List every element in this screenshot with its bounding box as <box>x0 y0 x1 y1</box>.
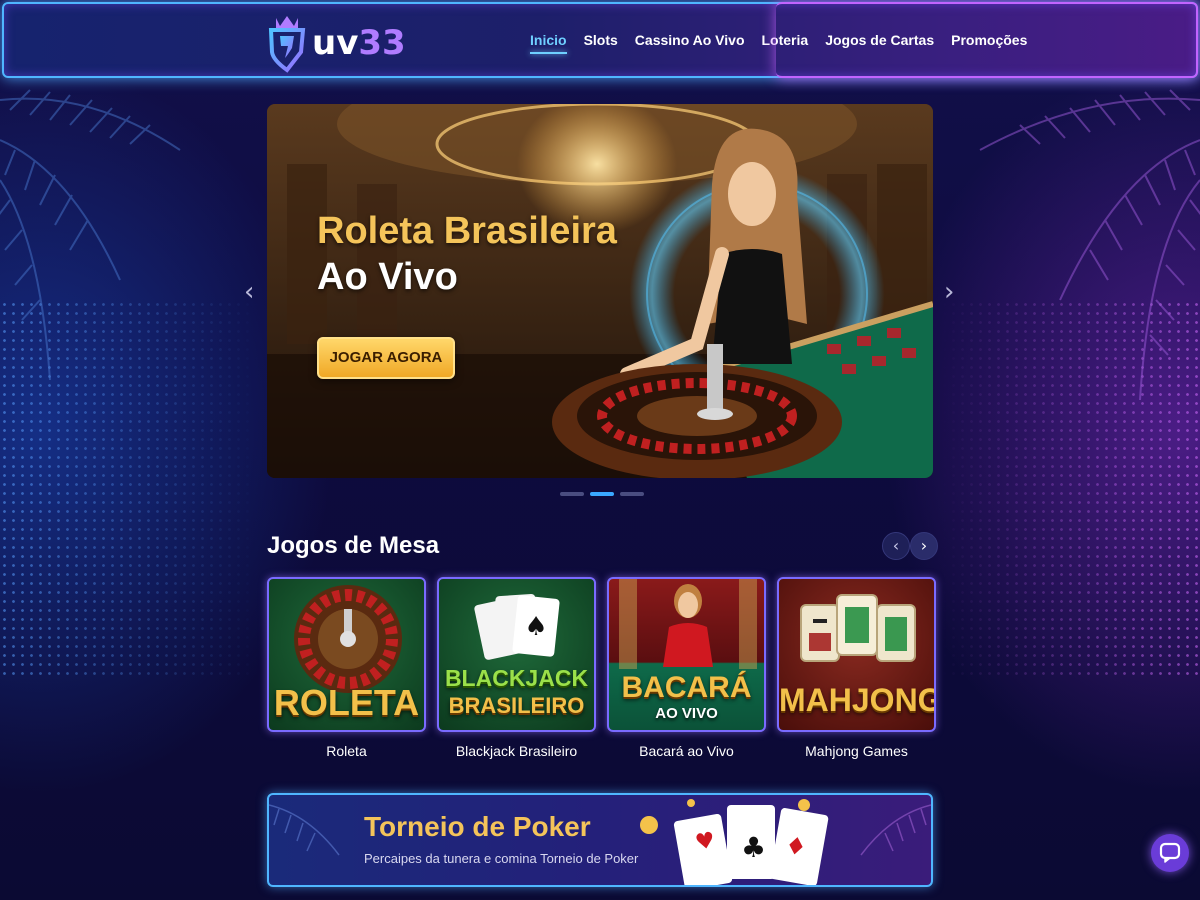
nav-item-inicio[interactable]: Inicio <box>530 32 567 54</box>
hero-title-line2: Ao Vivo <box>317 256 458 298</box>
palm-leaf-decor <box>269 804 340 856</box>
svg-text:♠: ♠ <box>524 612 547 642</box>
palm-leaf-left-decor <box>0 89 181 380</box>
brand-logo[interactable]: uv33 <box>268 12 406 74</box>
card-art-subtitle: BRASILEIRO <box>448 693 585 718</box>
section-prev-chevron-left-icon[interactable]: ‹ <box>882 532 910 560</box>
game-card-roleta[interactable]: ROLETA Roleta <box>267 577 426 759</box>
palm-leaf-right-decor <box>979 89 1200 400</box>
card-caption: Blackjack Brasileiro <box>455 743 578 759</box>
game-card-image: BACARÁ AO VIVO <box>607 577 766 732</box>
card-art-title: BACARÁ <box>621 671 752 704</box>
nav-item-jogos-de-cartas[interactable]: Jogos de Cartas <box>825 32 934 54</box>
card-caption: Roleta <box>326 743 367 759</box>
poker-tournament-banner[interactable]: Torneio de Poker Percaipes da tunera e c… <box>267 793 933 887</box>
card-art-title: MAHJONG <box>779 682 936 718</box>
main-nav: Inicio Slots Cassino Ao Vivo Loteria Jog… <box>530 32 1044 54</box>
banner-title: Torneio de Poker <box>364 811 591 842</box>
top-navigation-bar: uv33 Inicio Slots Cassino Ao Vivo Loteri… <box>2 2 1198 78</box>
play-now-button[interactable]: JOGAR AGORA <box>317 337 455 379</box>
hero-carousel-dots <box>560 492 644 496</box>
hero-title-line1: Roleta Brasileira <box>317 210 617 252</box>
crown-shield-logo-icon <box>268 16 306 73</box>
hero-prev-chevron-left-icon[interactable]: ‹ <box>244 279 258 305</box>
card-art-title: BLACKJACK <box>444 665 589 691</box>
card-art-subtitle: AO VIVO <box>655 705 718 722</box>
section-next-chevron-right-icon[interactable]: › <box>910 532 938 560</box>
logo-wordmark: uv33 <box>312 23 406 63</box>
chat-button[interactable] <box>1151 834 1189 872</box>
game-card-image: MAHJONG <box>777 577 936 732</box>
hero-next-chevron-right-icon[interactable]: › <box>944 279 958 305</box>
nav-item-slots[interactable]: Slots <box>584 32 618 54</box>
game-card-bacara-ao-vivo[interactable]: BACARÁ AO VIVO Bacará ao Vivo <box>607 577 766 759</box>
carousel-dot-active[interactable] <box>590 492 614 496</box>
table-games-list: ROLETA Roleta ♠ BLACKJACK BRASILEIRO Bla… <box>267 577 936 759</box>
game-card-blackjack-brasileiro[interactable]: ♠ BLACKJACK BRASILEIRO Blackjack Brasile… <box>437 577 596 759</box>
nav-item-promocoes[interactable]: Promoções <box>951 32 1027 54</box>
card-caption: Bacará ao Vivo <box>639 743 734 759</box>
carousel-dot[interactable] <box>560 492 584 496</box>
nav-item-cassino-ao-vivo[interactable]: Cassino Ao Vivo <box>635 32 745 54</box>
game-card-mahjong[interactable]: MAHJONG Mahjong Games <box>777 577 936 759</box>
banner-subtitle: Percaipes da tunera e comina Torneio de … <box>364 851 639 866</box>
poker-cards-coins-image: ♥ ♣ ♦ <box>640 799 829 885</box>
chat-bubble-icon <box>1159 842 1181 863</box>
card-art-title: ROLETA <box>273 682 420 723</box>
palm-leaf-decor <box>860 804 931 856</box>
logo-text-number: 33 <box>358 23 406 63</box>
logo-text-uv: uv <box>312 23 359 63</box>
card-caption: Mahjong Games <box>805 743 908 759</box>
hero-banner[interactable]: Roleta Brasileira Ao Vivo JOGAR AGORA <box>267 104 933 478</box>
svg-text:♣: ♣ <box>741 831 766 864</box>
section-title: Jogos de Mesa <box>267 532 440 559</box>
game-card-image: ♠ BLACKJACK BRASILEIRO <box>437 577 596 732</box>
game-card-image: ROLETA <box>267 577 426 732</box>
carousel-dot[interactable] <box>620 492 644 496</box>
nav-item-loteria[interactable]: Loteria <box>762 32 809 54</box>
hero-title: Roleta Brasileira Ao Vivo <box>317 208 617 300</box>
